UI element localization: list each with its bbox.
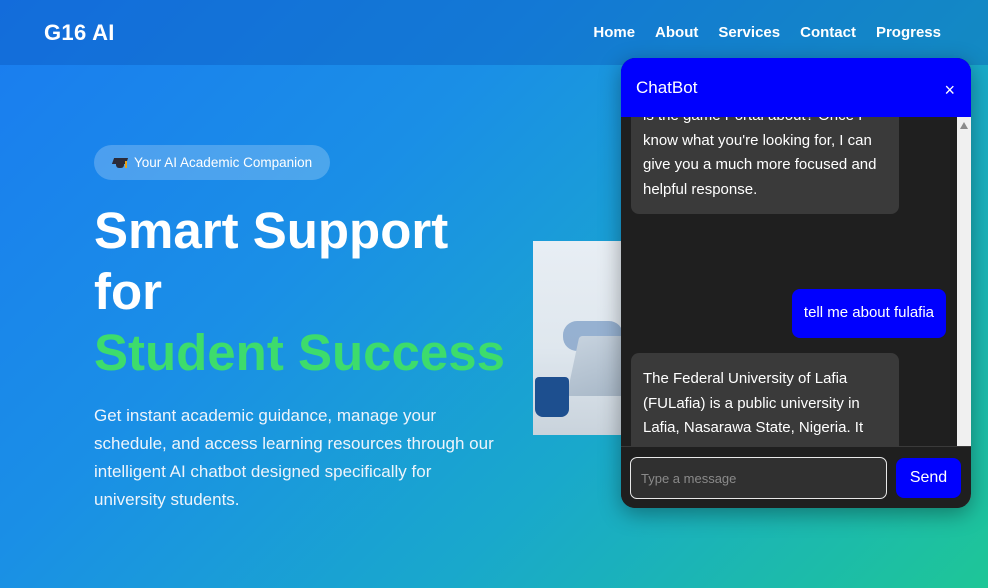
nav-link-services[interactable]: Services (718, 24, 780, 41)
close-icon[interactable]: × (944, 81, 955, 99)
brand-logo[interactable]: G16 AI (44, 20, 115, 46)
nav-link-about[interactable]: About (655, 24, 698, 41)
graduation-cap-icon (111, 155, 129, 171)
scroll-up-arrow-icon[interactable] (960, 122, 968, 129)
hero-badge-label: Your AI Academic Companion (134, 155, 313, 170)
nav-link-home[interactable]: Home (593, 24, 635, 41)
bot-message: is the game Portal about? Once I know wh… (631, 117, 899, 214)
chatbot-window: ChatBot × is the game Portal about? Once… (621, 58, 971, 508)
user-message: tell me about fulafia (791, 289, 946, 338)
nav-link-contact[interactable]: Contact (800, 24, 856, 41)
hero-title: Smart Support for Student Success (94, 200, 505, 383)
navbar: G16 AI Home About Services Contact Progr… (0, 0, 988, 65)
chat-input-bar: Send (621, 446, 971, 508)
hero-title-line1: Smart Support (94, 202, 449, 259)
hero-title-accent: Student Success (94, 324, 505, 381)
hero-description: Get instant academic guidance, manage yo… (94, 406, 494, 509)
hero-badge: Your AI Academic Companion (94, 145, 331, 180)
message-input[interactable] (630, 457, 887, 499)
nav-link-progress[interactable]: Progress (876, 24, 941, 41)
chatbot-header: ChatBot × (621, 58, 971, 117)
hero-title-line2: for (94, 263, 162, 320)
chatbot-title: ChatBot (636, 77, 698, 97)
send-button[interactable]: Send (896, 458, 961, 498)
hero-image (533, 241, 633, 435)
nav-links: Home About Services Contact Progress (593, 24, 941, 41)
